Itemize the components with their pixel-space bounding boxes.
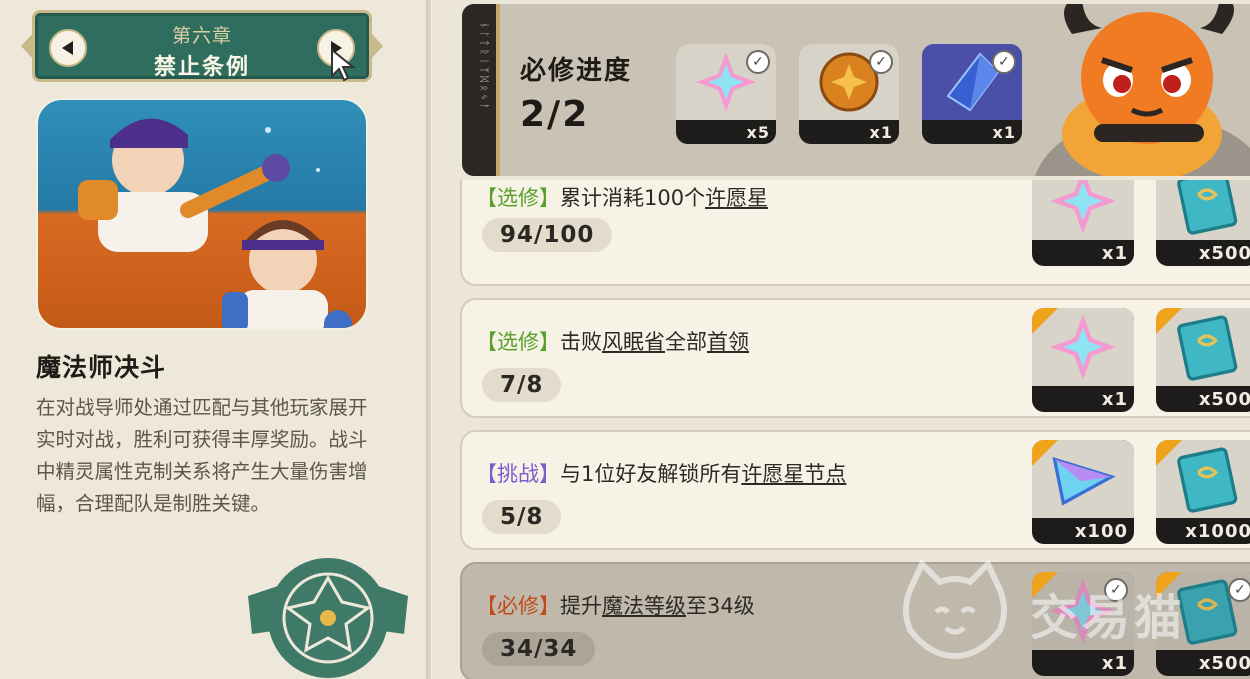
task-row-completed[interactable]: 【必修】提升魔法等级至34级 34/34 x1 ✓ x500 ✓ bbox=[460, 562, 1250, 679]
progress-label: 必修进度 bbox=[520, 56, 633, 86]
chapter-banner: 第六章 禁止条例 bbox=[32, 10, 372, 82]
reward-quantity: x1000 bbox=[1185, 521, 1250, 542]
fire-mascot-image bbox=[1035, 4, 1250, 176]
task-keyword-link[interactable]: 首领 bbox=[707, 330, 749, 354]
spellbook-icon bbox=[1177, 315, 1238, 381]
task-description: 【选修】累计消耗100个许愿星 bbox=[476, 186, 769, 210]
task-reward-1[interactable]: x1 bbox=[1032, 180, 1134, 266]
task-tag: 【选修】 bbox=[476, 186, 560, 210]
reward-quantity: x1 bbox=[1101, 653, 1128, 674]
claimed-check-icon: ✓ bbox=[746, 50, 770, 74]
duel-characters-image bbox=[78, 118, 352, 328]
chapter-panel: 第六章 禁止条例 魔法师决斗 在对战导师处通过匹配与其他玩家展开实时对战，胜利可… bbox=[0, 0, 426, 679]
claimed-check-icon: ✓ bbox=[1228, 578, 1250, 602]
claimed-check-icon: ✓ bbox=[869, 50, 893, 74]
prism-crystal-icon bbox=[1052, 456, 1116, 506]
task-reward-2[interactable]: x500 bbox=[1156, 308, 1250, 412]
reward-quantity: x1 bbox=[992, 123, 1016, 142]
task-keyword-link[interactable]: 许愿星节点 bbox=[741, 462, 846, 486]
spellbook-icon bbox=[1177, 180, 1238, 235]
task-description: 【选修】击败风眠省全部首领 bbox=[476, 330, 749, 354]
task-reward-2[interactable]: x500 bbox=[1156, 180, 1250, 266]
reward-quantity: x500 bbox=[1198, 243, 1250, 264]
task-reward-1[interactable]: x1 bbox=[1032, 308, 1134, 412]
task-row[interactable]: 【选修】累计消耗100个许愿星 94/100 x1 x500 bbox=[460, 180, 1250, 286]
reward-quantity: x1 bbox=[1101, 389, 1128, 410]
task-keyword-link[interactable]: 魔法等级 bbox=[602, 594, 686, 618]
mode-description: 在对战导师处通过匹配与其他玩家展开实时对战，胜利可获得丰厚奖励。战斗中精灵属性克… bbox=[36, 396, 368, 515]
task-reward-1[interactable]: x100 bbox=[1032, 440, 1134, 544]
claimed-check-icon: ✓ bbox=[1104, 578, 1128, 602]
mode-illustration bbox=[36, 98, 368, 330]
task-reward-2[interactable]: x500 ✓ bbox=[1156, 572, 1250, 676]
progress-value: 2/2 bbox=[520, 94, 590, 135]
mouse-cursor-icon bbox=[331, 48, 356, 82]
task-progress-count: 94/100 bbox=[482, 218, 613, 252]
task-tag: 【挑战】 bbox=[476, 462, 560, 486]
task-progress-count: 5/8 bbox=[482, 500, 562, 534]
task-keyword-link[interactable]: 风眠省 bbox=[602, 330, 665, 354]
task-tag: 【选修】 bbox=[476, 330, 560, 354]
reward-quantity: x500 bbox=[1198, 389, 1250, 410]
required-progress-panel: ᚾᛚᛏᚱᛁᛉᛞᛟᛃᚨ 必修进度 2/2 x5 ✓ x1 ✓ x1 ✓ bbox=[462, 4, 1250, 176]
task-keyword-link[interactable]: 许愿星 bbox=[705, 186, 768, 210]
task-progress-count: 34/34 bbox=[482, 632, 596, 666]
task-description: 【必修】提升魔法等级至34级 bbox=[476, 594, 755, 618]
progress-reward-1[interactable]: x5 ✓ bbox=[676, 44, 776, 144]
reward-quantity: x1 bbox=[1101, 243, 1128, 264]
task-row[interactable]: 【选修】击败风眠省全部首领 7/8 x1 x500 bbox=[460, 298, 1250, 418]
reward-quantity: x500 bbox=[1198, 653, 1250, 674]
chapter-emblem-icon bbox=[248, 558, 408, 678]
rune-strip: ᚾᛚᛏᚱᛁᛉᛞᛟᛃᚨ bbox=[462, 4, 500, 176]
spellbook-icon bbox=[1177, 447, 1238, 513]
task-reward-2[interactable]: x1000 bbox=[1156, 440, 1250, 544]
mode-title: 魔法师决斗 bbox=[36, 353, 167, 382]
task-progress-count: 7/8 bbox=[482, 368, 562, 402]
rune-strip-text: ᚾᛚᛏᚱᛁᛉᛞᛟᛃᚨ bbox=[478, 22, 489, 112]
reward-quantity: x100 bbox=[1074, 521, 1128, 542]
task-list[interactable]: 【选修】累计消耗100个许愿星 94/100 x1 x500 【选修】击败风眠省… bbox=[432, 180, 1250, 679]
task-tag: 【必修】 bbox=[476, 594, 560, 618]
wish-star-icon bbox=[1050, 314, 1116, 380]
claimed-check-icon: ✓ bbox=[992, 50, 1016, 74]
wish-star-icon bbox=[1050, 180, 1116, 234]
reward-quantity: x5 bbox=[746, 123, 770, 142]
task-reward-1[interactable]: x1 ✓ bbox=[1032, 572, 1134, 676]
task-description: 【挑战】与1位好友解锁所有许愿星节点 bbox=[476, 462, 847, 486]
progress-reward-2[interactable]: x1 ✓ bbox=[799, 44, 899, 144]
task-row[interactable]: 【挑战】与1位好友解锁所有许愿星节点 5/8 x100 x1000 bbox=[460, 430, 1250, 550]
reward-quantity: x1 bbox=[869, 123, 893, 142]
progress-reward-3[interactable]: x1 ✓ bbox=[922, 44, 1022, 144]
